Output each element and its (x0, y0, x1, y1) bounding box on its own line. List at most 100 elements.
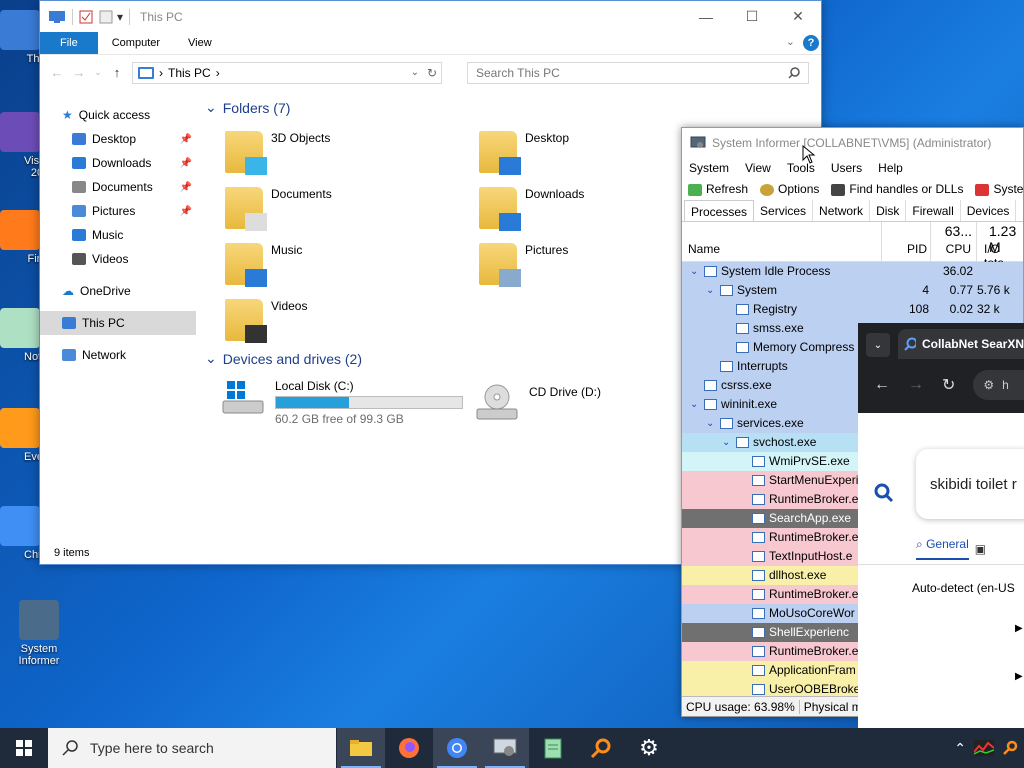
chevron-right-icon[interactable]: ▶ (1015, 623, 1023, 634)
search-input[interactable]: Search This PC (467, 61, 809, 84)
taskbar-notepad[interactable] (529, 728, 577, 768)
folder-downloads[interactable]: Downloads (479, 187, 584, 231)
site-settings-icon[interactable]: ⚙ (983, 378, 994, 392)
tab-firewall[interactable]: Firewall (906, 200, 961, 221)
tree-toggle-icon[interactable]: ⌄ (690, 266, 700, 277)
taskbar-firefox[interactable] (385, 728, 433, 768)
tab-processes[interactable]: Processes (684, 200, 755, 221)
nav-item-desktop[interactable]: Desktop 📌 (40, 127, 196, 151)
nav-item-music[interactable]: Music (40, 223, 196, 247)
chevron-right-icon[interactable]: › (216, 66, 220, 80)
drive-d[interactable]: CD Drive (D:) (475, 383, 601, 423)
browser-tab[interactable]: CollabNet SearXN (898, 329, 1024, 359)
folder-3d-objects[interactable]: 3D Objects (225, 131, 330, 175)
system-info-button[interactable]: Syste (975, 182, 1023, 196)
quick-access-dropdown-icon[interactable]: ▾ (117, 10, 123, 24)
pictures-icon (72, 205, 86, 217)
tab-view[interactable]: View (174, 32, 226, 54)
nav-network[interactable]: Network (40, 343, 196, 367)
process-row[interactable]: ⌄ System 4 0.77 5.76 k (682, 281, 1023, 300)
tree-toggle-icon[interactable]: ⌄ (706, 285, 716, 296)
pin-icon[interactable]: 📌 (180, 134, 192, 145)
tab-services[interactable]: Services (754, 200, 814, 221)
nav-item-documents[interactable]: Documents 📌 (40, 175, 196, 199)
tree-toggle-icon[interactable]: ⌄ (690, 399, 700, 410)
folder-pictures[interactable]: Pictures (479, 243, 568, 287)
options-button[interactable]: Options (760, 182, 819, 196)
image-icon[interactable]: ▣ (975, 542, 986, 556)
pin-icon[interactable]: 📌 (180, 158, 192, 169)
process-row[interactable]: Registry 108 0.02 32 k (682, 300, 1023, 319)
new-folder-icon[interactable] (99, 10, 113, 24)
omnibox[interactable]: ⚙ h (973, 370, 1024, 400)
nav-item-videos[interactable]: Videos (40, 247, 196, 271)
tab-network[interactable]: Network (813, 200, 871, 221)
chevron-right-icon[interactable]: › (159, 66, 163, 80)
taskbar-everything[interactable] (577, 728, 625, 768)
chevron-right-icon[interactable]: ▶ (1015, 671, 1023, 682)
menu-help[interactable]: Help (878, 161, 903, 175)
menu-users[interactable]: Users (831, 161, 862, 175)
desktop-icon[interactable]: System Informer (9, 600, 69, 667)
pin-icon[interactable]: 📌 (180, 182, 192, 193)
process-row[interactable]: ⌄ System Idle Process 36.02 (682, 262, 1023, 281)
column-name[interactable]: Name (688, 242, 720, 256)
language-selector[interactable]: Auto-detect (en-US (912, 581, 1015, 595)
folder-documents[interactable]: Documents (225, 187, 332, 231)
recent-dropdown-icon[interactable]: ⌄ (94, 67, 102, 78)
forward-arrow-icon[interactable]: → (72, 65, 86, 80)
address-dropdown-icon[interactable]: ⌄ (411, 67, 419, 78)
pin-icon[interactable]: 📌 (180, 206, 192, 217)
folder-music[interactable]: Music (225, 243, 302, 287)
tab-computer[interactable]: Computer (98, 32, 174, 54)
nav-this-pc[interactable]: This PC (40, 311, 196, 335)
system-informer-tray-icon[interactable] (974, 740, 994, 756)
tree-toggle-icon[interactable]: ⌄ (706, 418, 716, 429)
tree-toggle-icon[interactable]: ⌄ (722, 437, 732, 448)
forward-arrow-icon[interactable]: → (908, 376, 924, 394)
folder-desktop[interactable]: Desktop (479, 131, 569, 175)
nav-onedrive[interactable]: ☁ OneDrive (40, 279, 196, 303)
up-arrow-icon[interactable]: ↑ (110, 65, 124, 80)
maximize-button[interactable]: ☐ (729, 1, 775, 32)
column-pid[interactable]: PID (907, 242, 927, 256)
taskbar-settings[interactable]: ⚙ (625, 728, 673, 768)
nav-item-downloads[interactable]: Downloads 📌 (40, 151, 196, 175)
search-query-input[interactable]: skibidi toilet r (916, 449, 1024, 519)
find-handles-button[interactable]: Find handles or DLLs (831, 182, 963, 196)
tab-disk[interactable]: Disk (870, 200, 907, 221)
tab-devices[interactable]: Devices (961, 200, 1017, 221)
back-arrow-icon[interactable]: ← (874, 376, 890, 394)
taskbar-system-informer[interactable] (481, 728, 529, 768)
chevron-up-icon[interactable]: ⌃ (954, 740, 966, 757)
back-arrow-icon[interactable]: ← (50, 65, 64, 80)
menu-view[interactable]: View (745, 161, 771, 175)
properties-icon[interactable] (79, 10, 93, 24)
taskbar-chrome[interactable] (433, 728, 481, 768)
tab-file[interactable]: File (40, 32, 98, 54)
folders-section-header[interactable]: ⌄ Folders (7) (205, 99, 821, 116)
folder-videos[interactable]: Videos (225, 299, 307, 343)
nav-item-pictures[interactable]: Pictures 📌 (40, 199, 196, 223)
taskbar-search-box[interactable]: Type here to search (48, 728, 336, 768)
address-bar[interactable]: › This PC › ⌄ ↻ (132, 61, 442, 84)
column-cpu[interactable]: CPU (946, 242, 971, 256)
minimize-button[interactable]: — (683, 1, 729, 32)
breadcrumb-this-pc[interactable]: This PC (168, 66, 211, 80)
close-button[interactable]: ✕ (775, 1, 821, 32)
menu-system[interactable]: System (689, 161, 729, 175)
refresh-button[interactable]: Refresh (688, 182, 748, 196)
taskbar-file-explorer[interactable] (337, 728, 385, 768)
category-general[interactable]: ⌕ General (916, 537, 969, 560)
tab-search-dropdown-icon[interactable]: ⌄ (866, 333, 890, 357)
search-icon[interactable] (874, 483, 894, 503)
start-button[interactable] (0, 728, 48, 768)
reload-icon[interactable]: ↻ (942, 375, 955, 395)
drives-section-header[interactable]: ⌄ Devices and drives (2) (205, 350, 362, 367)
refresh-icon[interactable]: ↻ (427, 66, 437, 80)
drive-c[interactable]: Local Disk (C:) 60.2 GB free of 99.3 GB (221, 379, 463, 426)
ribbon-expand-icon[interactable]: ⌄ (786, 35, 795, 48)
nav-quick-access[interactable]: ★ Quick access (40, 103, 196, 127)
everything-tray-icon[interactable] (1002, 740, 1018, 756)
help-icon[interactable]: ? (803, 35, 819, 51)
